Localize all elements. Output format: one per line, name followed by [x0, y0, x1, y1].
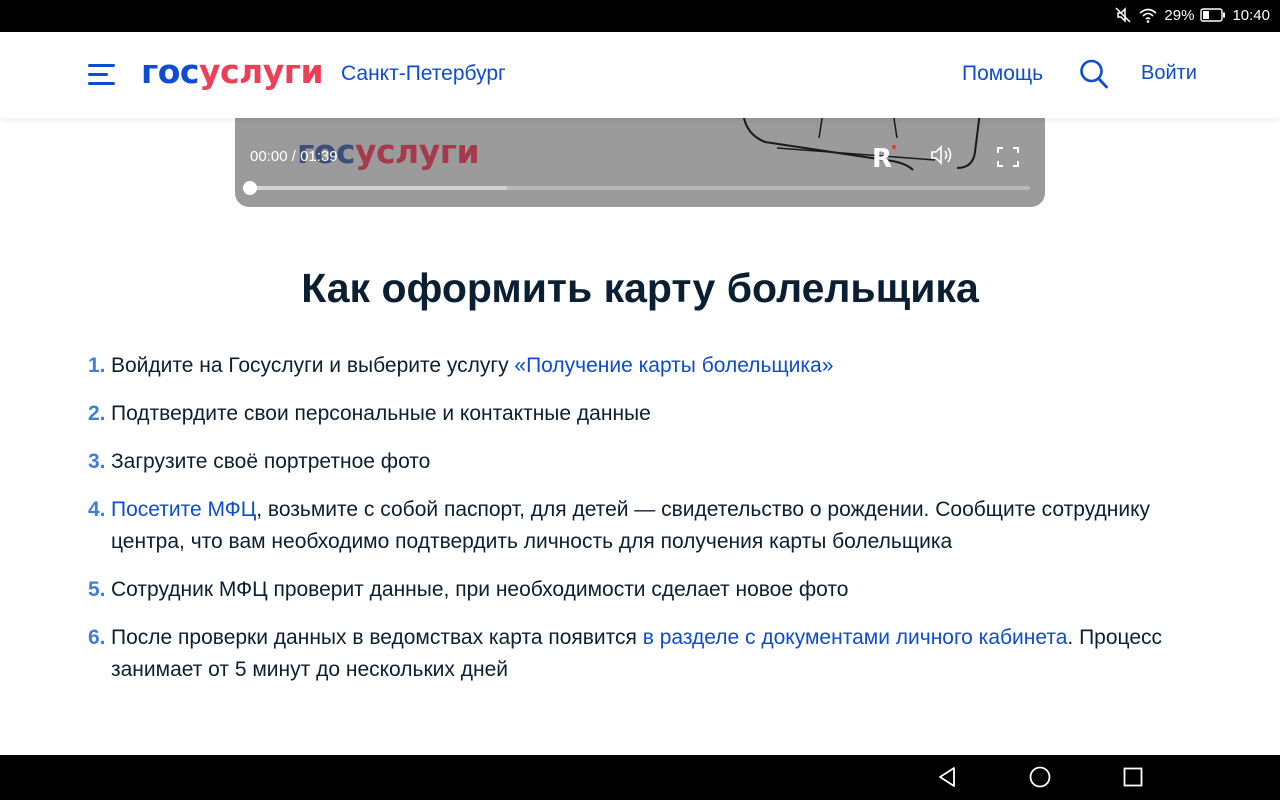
mute-icon	[1114, 6, 1132, 24]
progress-handle[interactable]	[243, 181, 257, 195]
documents-link[interactable]: в разделе с документами личного кабинета	[643, 626, 1068, 649]
channel-logo-dot	[892, 145, 896, 149]
home-icon[interactable]	[1029, 766, 1051, 793]
video-current-time: 00:00	[250, 148, 288, 165]
progress-buffer	[250, 186, 508, 190]
battery-percent: 29%	[1164, 6, 1195, 24]
step-1: 1. Войдите на Госуслуги и выберите услугу…	[88, 354, 834, 377]
step-4: 4. Посетите МФЦ, возьмите с собой паспорт…	[88, 498, 1150, 553]
video-time: 00:00 / 01:39	[250, 148, 338, 165]
back-icon[interactable]	[936, 766, 958, 793]
page-title: Как оформить карту болельщика	[301, 265, 979, 311]
mfc-link[interactable]: Посетите МФЦ	[111, 498, 256, 521]
search-icon[interactable]	[1079, 58, 1109, 90]
wifi-icon	[1138, 7, 1158, 23]
help-link[interactable]: Помощь	[962, 62, 1043, 86]
navigation-bar	[0, 755, 1280, 800]
step-5: 5. Сотрудник МФЦ проверит данные, при нео…	[88, 578, 849, 601]
battery-icon	[1200, 8, 1226, 22]
fullscreen-icon[interactable]	[997, 147, 1019, 172]
step-2: 2. Подтвердите свои персональные и контак…	[88, 402, 651, 425]
step-6: 6. После проверки данных в ведомствах кар…	[88, 626, 1162, 681]
gosuslugi-logo[interactable]: госуслуги	[141, 52, 324, 91]
status-bar: 29% 10:40	[0, 0, 1280, 32]
clock: 10:40	[1232, 6, 1270, 24]
channel-logo: R	[872, 144, 893, 174]
video-total-time: 01:39	[300, 148, 338, 165]
menu-icon[interactable]	[88, 62, 115, 86]
recents-icon[interactable]	[1123, 766, 1143, 793]
volume-icon[interactable]	[930, 145, 956, 170]
site-header: госуслуги Санкт-Петербург Помощь Войти	[0, 32, 1280, 118]
video-player[interactable]: госуслуги 00:00 / 01:39 R	[235, 112, 1045, 207]
service-link[interactable]: «Получение карты болельщика»	[514, 354, 833, 377]
step-3: 3. Загрузите своё портретное фото	[88, 450, 431, 473]
steps-list: 1. Войдите на Госуслуги и выберите услугу…	[88, 350, 1198, 702]
login-button[interactable]: Войти	[1141, 62, 1197, 85]
region-selector[interactable]: Санкт-Петербург	[341, 62, 506, 86]
